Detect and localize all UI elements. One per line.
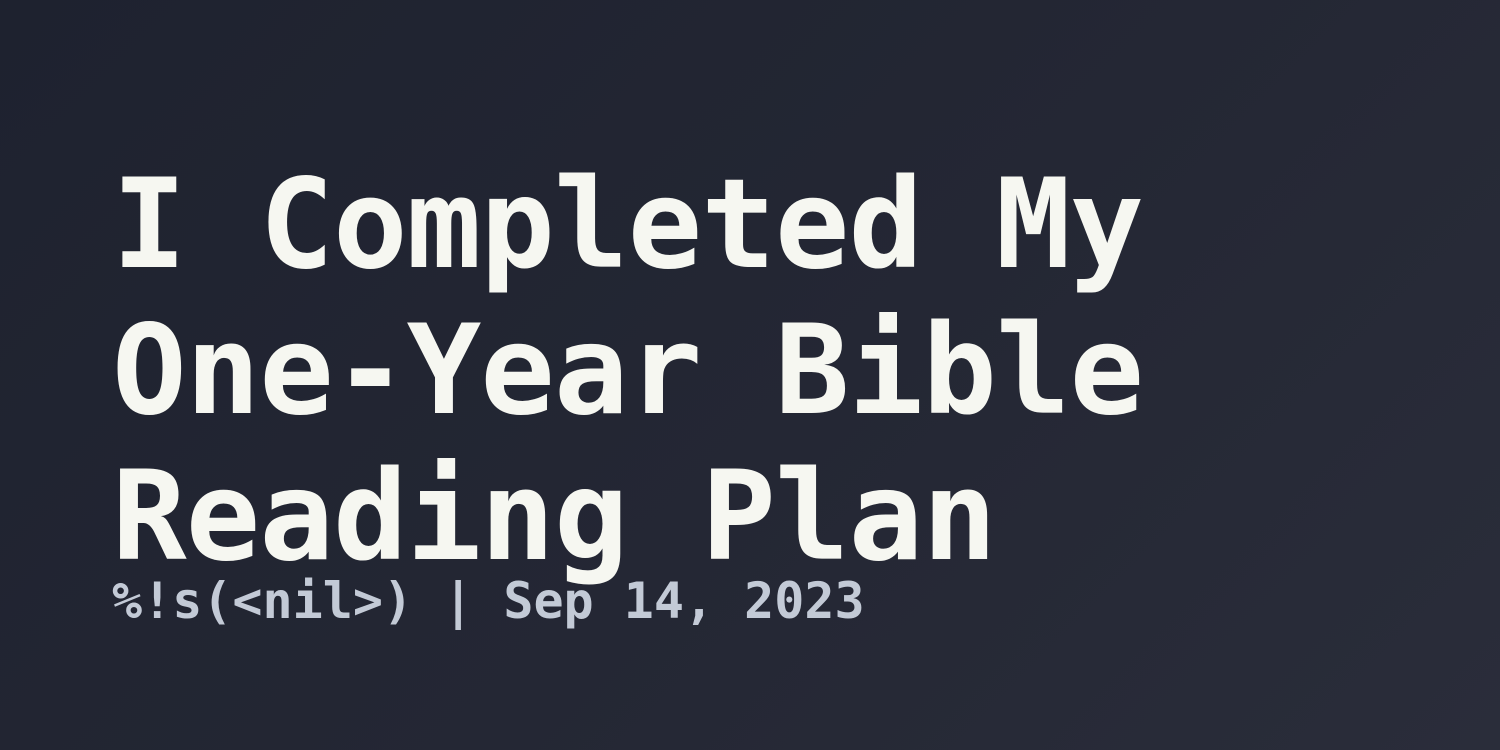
social-card: I Completed My One-Year Bible Reading Pl… [0, 0, 1500, 750]
post-title-line-3: Reading Plan [112, 445, 997, 589]
post-date: Sep 14, 2023 [503, 572, 865, 630]
post-title-line-1: I Completed My [112, 153, 1144, 297]
post-title: I Completed My One-Year Bible Reading Pl… [112, 152, 1412, 590]
meta-separator: | [413, 572, 504, 630]
post-title-line-2: One-Year Bible [112, 299, 1144, 443]
post-author: %!s(<nil>) [112, 572, 414, 630]
post-meta: %!s(<nil>) | Sep 14, 2023 [112, 570, 865, 632]
